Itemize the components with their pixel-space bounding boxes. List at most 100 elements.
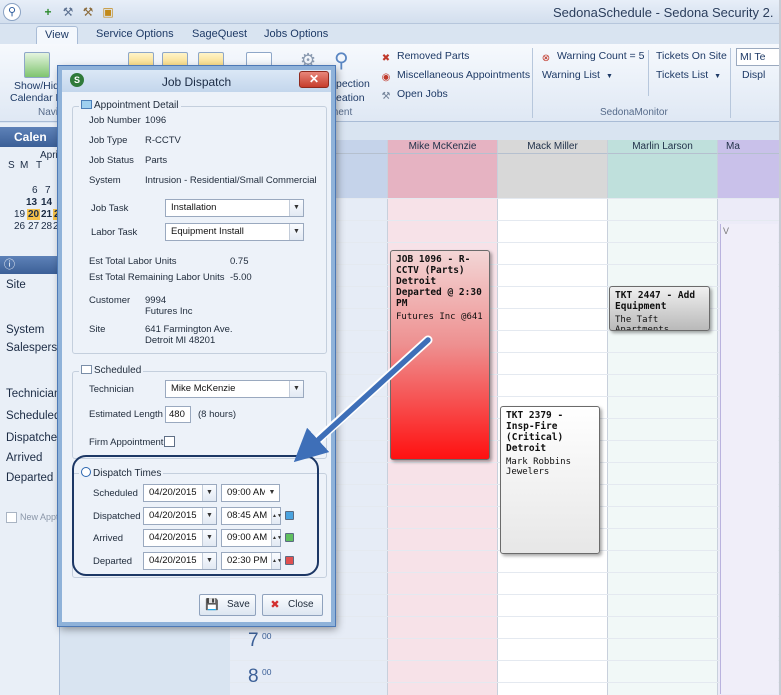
inspection-button[interactable]: pection (336, 78, 370, 90)
mini-calendar-day[interactable]: 14 (41, 197, 52, 208)
appointment-detail-title: Appointment Detail (79, 100, 181, 111)
mini-calendar-day[interactable]: 26 (14, 221, 25, 232)
est-total-labor-label: Est Total Labor Units (89, 256, 177, 267)
schedule-column[interactable] (608, 154, 718, 695)
tickets-list-dropdown-icon: ▼ (714, 73, 722, 80)
firm-appointment-checkbox[interactable] (164, 436, 175, 447)
tickets-list-button[interactable]: Tickets List ▼ (656, 69, 721, 81)
site-label: Site (89, 324, 106, 335)
customer-id-value: 9994 (145, 295, 167, 306)
hammer-icon[interactable]: ⚒ (80, 4, 96, 20)
schedule-icon[interactable]: ▣ (100, 4, 116, 20)
info-dispatched-label: Dispatched (6, 432, 60, 444)
site-address-line2: Detroit MI 48201 (145, 335, 216, 346)
appointment-detail-icon (81, 100, 92, 109)
appointment-title: TKT 2447 - Add Equipment (615, 290, 696, 312)
navigation-group-label: Navi (38, 107, 59, 118)
customer-label: Customer (89, 295, 131, 306)
tab-service-options[interactable]: Service Options (88, 26, 182, 44)
relocation-button[interactable]: eation (336, 92, 365, 104)
weekday-label: M (20, 160, 29, 171)
est-remaining-labor-label: Est Total Remaining Labor Units (89, 272, 225, 283)
column-header-technician[interactable]: Mack Miller (498, 140, 608, 154)
info-system-label: System (6, 324, 45, 336)
info-panel-header: ⓘ (0, 256, 59, 274)
dispatch-times-highlight (72, 455, 319, 576)
weekday-label: S (8, 160, 15, 171)
job-status-label: Job Status (89, 155, 134, 166)
ribbon-tabs: View Service Options SageQuest Jobs Opti… (0, 24, 779, 44)
scheduled-group: Scheduled Technician Mike McKenzie ▼ Esti… (72, 365, 327, 459)
misc-appointments-button[interactable]: ◉ Miscellaneous Appointments (380, 69, 530, 84)
system-label: System (89, 175, 121, 186)
column-color-band (608, 154, 717, 198)
tab-view[interactable]: View (36, 26, 78, 44)
column-color-band (718, 154, 779, 198)
mini-calendar-day[interactable]: 13 (26, 197, 37, 208)
display-button[interactable]: Displ (742, 69, 765, 81)
dialog-titlebar: S Job Dispatch ✕ (62, 70, 331, 92)
mini-calendar-day[interactable]: 7 (45, 185, 51, 196)
labor-task-select[interactable]: Equipment Install ▼ (165, 223, 304, 241)
info-technician-label: Technician (6, 388, 60, 400)
app-titlebar: ⚲ + ⚒ ⚒ ▣ SedonaSchedule - Sedona Securi… (0, 0, 779, 24)
mini-calendar-selected-day[interactable]: 20 (27, 209, 41, 220)
mini-calendar-day[interactable]: 28 (41, 221, 52, 232)
column-header-technician[interactable]: Mike McKenzie (388, 140, 498, 154)
estimated-length-hours: (8 hours) (198, 409, 237, 420)
info-salesperson-label: Salesperso (6, 342, 60, 354)
column-color-band (498, 154, 607, 198)
mini-calendar-day[interactable]: 19 (14, 209, 25, 220)
magnifier-icon[interactable]: ⚲ (334, 48, 349, 73)
weekday-label: T (36, 160, 43, 171)
column-header-technician[interactable]: Marlin Larson (608, 140, 718, 154)
tickets-on-site-button[interactable]: Tickets On Site (656, 50, 727, 62)
firm-appointment-label: Firm Appointment (89, 437, 164, 448)
mini-calendar-day[interactable]: 27 (28, 221, 39, 232)
new-appt-checkbox[interactable] (6, 512, 17, 523)
show-hide-button[interactable]: Show/Hid (14, 80, 59, 92)
column-header-technician[interactable]: Ma (718, 140, 779, 154)
mi-combo[interactable]: MI Te (736, 48, 779, 66)
appointment-partial[interactable]: V (720, 224, 778, 694)
technician-select[interactable]: Mike McKenzie ▼ (165, 380, 304, 398)
warning-list-dropdown-icon: ▼ (605, 73, 613, 80)
wrench-icon[interactable]: ⚒ (60, 4, 76, 20)
appointment-detail-group: Appointment Detail Job Number 1096 Job T… (72, 100, 327, 354)
info-arrived-label: Arrived (6, 452, 43, 464)
close-button[interactable]: ✖ Close (262, 594, 323, 616)
mini-calendar-day[interactable]: 21 (41, 209, 52, 220)
appointment-tkt-2379[interactable]: TKT 2379 - Insp-Fire (Critical) Detroit … (500, 406, 600, 554)
new-icon[interactable]: + (40, 4, 56, 20)
new-appt-label: New Appt (20, 512, 59, 522)
chevron-down-icon: ▼ (289, 381, 303, 397)
removed-parts-button[interactable]: ✖ Removed Parts (380, 50, 470, 65)
appointment-subtitle: Futures Inc @641 (396, 312, 483, 322)
job-number-value: 1096 (145, 115, 167, 126)
info-site-label: Site (6, 279, 26, 291)
dialog-title: Job Dispatch (161, 75, 232, 89)
est-total-labor-value: 0.75 (230, 256, 249, 267)
job-type-label: Job Type (89, 135, 128, 146)
appointment-job-1096[interactable]: JOB 1096 - R-CCTV (Parts) Detroit Depart… (390, 250, 490, 460)
warning-count-button[interactable]: ⊗ Warning Count = 5 (540, 50, 645, 65)
show-hide-icon[interactable] (24, 52, 50, 78)
open-jobs-button[interactable]: ⚒ Open Jobs (380, 88, 448, 103)
app-logo-icon[interactable]: ⚲ (3, 3, 21, 21)
estimated-length-input[interactable]: 480 (165, 406, 191, 423)
misc-appointments-icon: ◉ (381, 72, 391, 83)
appointment-tkt-2447[interactable]: TKT 2447 - Add Equipment The Taft Apartm… (609, 286, 710, 331)
tab-sagequest[interactable]: SageQuest (184, 26, 255, 44)
tab-jobs-options[interactable]: Jobs Options (256, 26, 336, 44)
mini-calendar-day[interactable]: 6 (32, 185, 38, 196)
warning-list-button[interactable]: Warning List ▼ (542, 69, 613, 81)
warning-icon: ⊗ (541, 53, 551, 64)
calendar-panel-header: Calen (0, 127, 59, 147)
save-button[interactable]: 💾 Save (199, 594, 256, 616)
job-task-select[interactable]: Installation ▼ (165, 199, 304, 217)
dialog-close-icon[interactable]: ✕ (299, 71, 329, 88)
sedona-monitor-group-label: SedonaMonitor (600, 107, 668, 118)
ribbon-separator (730, 48, 731, 118)
est-remaining-labor-value: -5.00 (230, 272, 252, 283)
customer-name-value: Futures Inc (145, 306, 193, 317)
